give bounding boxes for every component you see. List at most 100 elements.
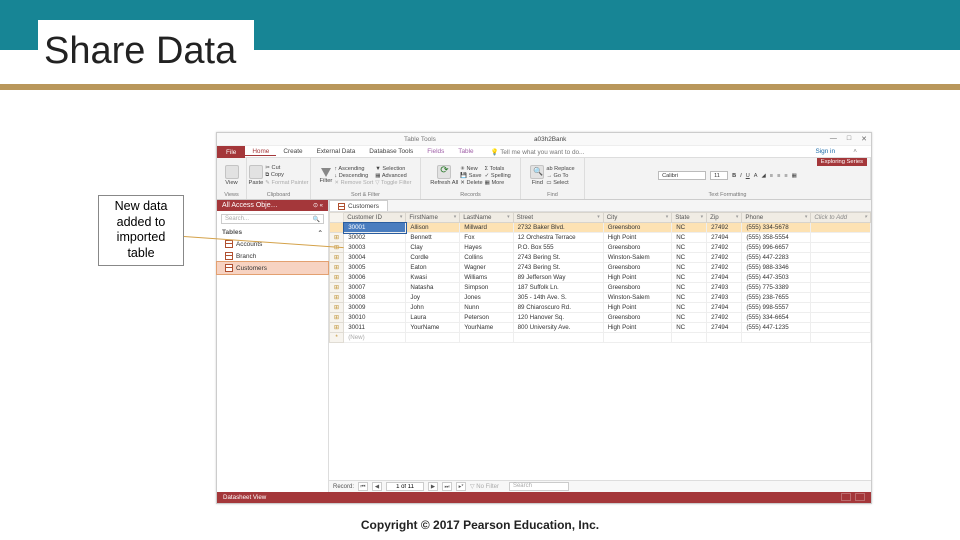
new-record-button[interactable]: ▸* — [456, 482, 466, 491]
table-row[interactable]: ⊞30004CordleCollins2743 Bering St.Winsto… — [330, 253, 871, 263]
col-customer id[interactable]: Customer ID▾ — [344, 213, 406, 223]
font-color-button[interactable]: A — [754, 173, 758, 179]
row-selector[interactable]: ⊞ — [330, 253, 344, 263]
table-row[interactable]: ⊞30005EatonWagner2743 Bering St.Greensbo… — [330, 263, 871, 273]
click-to-add[interactable]: Click to Add ▾ — [811, 213, 871, 223]
record-search[interactable]: Search — [509, 482, 569, 491]
prev-record-button[interactable]: ◀ — [372, 482, 382, 491]
more-button[interactable]: ▦ More — [485, 180, 511, 186]
record-position[interactable] — [386, 482, 424, 491]
design-view-button[interactable] — [855, 493, 865, 501]
advanced-button[interactable]: ▦ Advanced — [375, 173, 411, 179]
font-size-select[interactable]: 11 — [710, 171, 728, 180]
datasheet-view-button[interactable] — [841, 493, 851, 501]
row-selector[interactable]: ⊞ — [330, 263, 344, 273]
col-city[interactable]: City▾ — [603, 213, 672, 223]
row-selector[interactable]: ⊞ — [330, 313, 344, 323]
align-center-button[interactable]: ≡ — [777, 173, 780, 179]
file-tab[interactable]: File — [217, 146, 245, 158]
last-record-button[interactable]: ⏭ — [442, 482, 452, 491]
tab-home[interactable]: Home — [245, 148, 276, 156]
minimize-button[interactable]: — — [830, 135, 837, 143]
paste-button[interactable]: Paste — [248, 165, 263, 186]
table-row[interactable]: ⊞30011YourNameYourName800 University Ave… — [330, 323, 871, 333]
table-row[interactable]: ⊞30009JohnNunn89 Chiaroscuro Rd.High Poi… — [330, 303, 871, 313]
tab-create[interactable]: Create — [276, 148, 309, 155]
underline-button[interactable]: U — [746, 173, 750, 179]
select-button[interactable]: ▭ Select — [546, 180, 574, 186]
replace-button[interactable]: ab Replace — [546, 166, 574, 172]
align-right-button[interactable]: ≡ — [784, 173, 787, 179]
col-zip[interactable]: Zip▾ — [707, 213, 742, 223]
sign-in-link[interactable]: Sign in — [815, 148, 835, 155]
refresh-button[interactable]: Refresh All — [430, 165, 458, 186]
row-selector[interactable]: ⊞ — [330, 323, 344, 333]
format-painter-button[interactable]: ✎ Format Painter — [265, 180, 308, 186]
gridlines-button[interactable]: ▦ — [792, 173, 797, 179]
next-record-button[interactable]: ▶ — [428, 482, 438, 491]
nav-header[interactable]: All Access Obje… ⊙ « — [217, 200, 328, 211]
col-state[interactable]: State▾ — [672, 213, 707, 223]
align-left-button[interactable]: ≡ — [770, 173, 773, 179]
table-row[interactable]: ⊞30008JoyJones305 - 14th Ave. S.Winston-… — [330, 293, 871, 303]
ribbon-tabs: File Home Create External Data Database … — [217, 146, 871, 158]
nav-group-tables[interactable]: Tables⌃ — [217, 227, 328, 238]
row-selector[interactable]: * — [330, 333, 344, 343]
collapse-ribbon-icon[interactable]: ˄ — [853, 148, 857, 155]
copy-button[interactable]: ⧉ Copy — [265, 172, 308, 179]
tab-fields[interactable]: Fields — [420, 148, 451, 155]
cut-button[interactable]: ✂ Cut — [265, 165, 308, 171]
filter-button[interactable]: Filter — [319, 168, 332, 184]
tell-me[interactable]: 💡 Tell me what you want to do... — [491, 148, 585, 156]
col-street[interactable]: Street▾ — [513, 213, 603, 223]
new-row[interactable]: *(New) — [330, 333, 871, 343]
view-button[interactable]: View — [225, 165, 239, 186]
spelling-button[interactable]: ✓ Spelling — [485, 173, 511, 179]
table-row[interactable]: ⊞30007NatashaSimpson187 Suffolk Ln.Green… — [330, 283, 871, 293]
col-lastname[interactable]: LastName▾ — [460, 213, 513, 223]
col-firstname[interactable]: FirstName▾ — [406, 213, 460, 223]
selection-button[interactable]: ▼ Selection — [375, 166, 411, 172]
ascending-button[interactable]: ↑ Ascending — [334, 166, 373, 172]
maximize-button[interactable]: □ — [847, 135, 851, 143]
table-row[interactable]: ⊞30003ClayHayesP.O. Box 555GreensboroNC2… — [330, 243, 871, 253]
tab-table[interactable]: Table — [451, 148, 480, 155]
table-row[interactable]: ⊞30002BennettFox12 Orchestra TerraceHigh… — [330, 233, 871, 243]
toggle-filter-button[interactable]: ▽ Toggle Filter — [375, 180, 411, 186]
remove-sort-button[interactable]: ⨯ Remove Sort — [334, 180, 373, 186]
find-button[interactable]: Find — [530, 165, 544, 186]
row-selector[interactable]: ⊞ — [330, 273, 344, 283]
col-phone[interactable]: Phone▾ — [742, 213, 811, 223]
table-row[interactable]: ⊞30010LauraPeterson120 Hanover Sq.Greens… — [330, 313, 871, 323]
nav-search[interactable]: Search... 🔍 — [221, 214, 324, 224]
close-button[interactable]: ✕ — [861, 135, 867, 143]
font-select[interactable]: Calibri — [658, 171, 706, 180]
delete-button[interactable]: ✕ Delete — [460, 180, 482, 186]
nav-item-branch[interactable]: Branch — [217, 250, 328, 262]
italic-button[interactable]: I — [740, 173, 742, 179]
view-toggles — [839, 493, 865, 503]
row-selector[interactable]: ⊞ — [330, 293, 344, 303]
tab-external-data[interactable]: External Data — [310, 148, 363, 155]
bold-button[interactable]: B — [732, 173, 736, 179]
object-tab-customers[interactable]: Customers — [329, 200, 388, 211]
fill-color-button[interactable]: ◢ — [761, 173, 765, 179]
table-row[interactable]: ⊞30006KwasiWilliams89 Jefferson WayHigh … — [330, 273, 871, 283]
row-selector[interactable]: ⊞ — [330, 283, 344, 293]
totals-button[interactable]: Σ Totals — [485, 166, 511, 172]
first-record-button[interactable]: ⏮ — [358, 482, 368, 491]
row-selector[interactable] — [330, 223, 344, 233]
save-button[interactable]: 💾 Save — [460, 173, 482, 179]
nav-item-customers[interactable]: Customers — [217, 262, 328, 274]
row-selector[interactable]: ⊞ — [330, 303, 344, 313]
nav-collapse-icon[interactable]: ⊙ « — [313, 202, 323, 209]
tab-database-tools[interactable]: Database Tools — [362, 148, 420, 155]
customers-table: Customer ID▾FirstName▾LastName▾Street▾Ci… — [329, 212, 871, 343]
row-selector-header[interactable] — [330, 213, 344, 223]
descending-button[interactable]: ↓ Descending — [334, 173, 373, 179]
datasheet-grid[interactable]: Customer ID▾FirstName▾LastName▾Street▾Ci… — [329, 212, 871, 480]
table-row[interactable]: 30001AllisonMillward2732 Baker Blvd.Gree… — [330, 223, 871, 233]
new-button[interactable]: ✳ New — [460, 166, 482, 172]
row-selector[interactable]: ⊞ — [330, 233, 344, 243]
goto-button[interactable]: → Go To — [546, 173, 574, 179]
